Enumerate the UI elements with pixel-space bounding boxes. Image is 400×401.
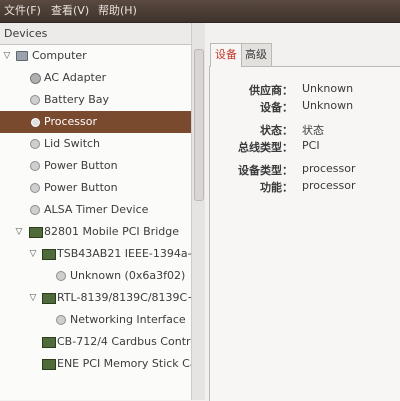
tab-advanced[interactable]: 高级 (240, 43, 272, 66)
tree-item-memory-stick[interactable]: ENE PCI Memory Stick Car (0, 353, 191, 375)
device-properties-panel: 供应商： Unknown 设备： Unknown 状态： 状态 总线类型： PC… (209, 66, 400, 401)
tree-item-label: ALSA Timer Device (44, 203, 149, 216)
tree-item-label: Processor (44, 115, 97, 128)
tree-item-label: Power Button (44, 159, 118, 172)
tree-item-label: TSB43AB21 IEEE-1394a-20 (57, 247, 192, 260)
tree-item-label: CB-712/4 Cardbus Contro (57, 335, 192, 348)
expander-icon[interactable]: ▽ (2, 45, 12, 67)
scrollbar-thumb[interactable] (194, 49, 204, 201)
bus-type-value[interactable]: PCI (302, 139, 320, 152)
tree-item-label: Unknown (0x6a3f02) (70, 269, 186, 282)
tree-item-power-button[interactable]: Power Button (0, 155, 191, 177)
pci-card-icon (42, 293, 56, 304)
tree-item-alsa-timer[interactable]: ALSA Timer Device (0, 199, 191, 221)
tree-item-label: 82801 Mobile PCI Bridge (44, 225, 179, 238)
status-label: 状态： (260, 124, 293, 137)
processor-icon (31, 118, 40, 127)
expander-icon[interactable]: ▽ (14, 221, 24, 243)
tree-item-label: Lid Switch (44, 137, 101, 150)
switch-icon (30, 139, 40, 149)
tree-item-label: Power Button (44, 181, 118, 194)
computer-icon (16, 51, 28, 61)
tree-item-label: Battery Bay (44, 93, 110, 106)
tree-item-lid-switch[interactable]: Lid Switch (0, 133, 191, 155)
device-label: 设备： (260, 101, 293, 114)
tree-item-networking-interface[interactable]: Networking Interface (0, 309, 191, 331)
details-pane: 设备 高级 供应商： Unknown 设备： Unknown 状态： 状态 总线… (205, 23, 400, 401)
tree-item-power-button[interactable]: Power Button (0, 177, 191, 199)
status-value[interactable]: 状态 (302, 122, 324, 138)
network-icon (56, 315, 66, 325)
tree-item-pci-bridge[interactable]: ▽ 82801 Mobile PCI Bridge (0, 221, 191, 243)
devices-column-header[interactable]: Devices (0, 23, 191, 45)
tree-item-computer[interactable]: ▽ Computer (0, 45, 191, 67)
devices-header-label: Devices (4, 27, 48, 40)
pci-card-icon (29, 227, 43, 238)
tree-item-tsb43ab21[interactable]: ▽ TSB43AB21 IEEE-1394a-20 (0, 243, 191, 265)
tree-item-battery-bay[interactable]: Battery Bay (0, 89, 191, 111)
vendor-label: 供应商： (249, 84, 293, 97)
expander-icon[interactable]: ▽ (28, 243, 38, 265)
tree-item-cardbus-controller[interactable]: CB-712/4 Cardbus Contro (0, 331, 191, 353)
menu-bar: 文件(F) 查看(V) 帮助(H) (0, 0, 400, 23)
capability-value[interactable]: processor (302, 179, 356, 192)
tree-item-rtl8139[interactable]: ▽ RTL-8139/8139C/8139C+ (0, 287, 191, 309)
tree-item-label: Computer (32, 49, 87, 62)
expander-icon[interactable]: ▽ (28, 287, 38, 309)
pci-card-icon (42, 249, 56, 260)
device-tree[interactable]: ▽ Computer AC Adapter Battery Bay Proces… (0, 45, 192, 400)
power-button-icon (30, 183, 40, 193)
pci-card-icon (42, 337, 56, 348)
device-value[interactable]: Unknown (302, 99, 353, 112)
battery-icon (30, 95, 40, 105)
bus-type-label: 总线类型： (238, 141, 293, 154)
device-icon (30, 205, 40, 215)
menu-help[interactable]: 帮助(H) (98, 3, 137, 19)
device-type-label: 设备类型： (238, 164, 293, 177)
tree-item-label: RTL-8139/8139C/8139C+ (57, 291, 192, 304)
tree-item-processor[interactable]: Processor (0, 111, 191, 133)
menu-file[interactable]: 文件(F) (4, 3, 41, 19)
device-type-value[interactable]: processor (302, 162, 356, 175)
tree-item-label: AC Adapter (44, 71, 107, 84)
tab-device[interactable]: 设备 (210, 43, 242, 67)
menu-view[interactable]: 查看(V) (51, 3, 89, 19)
tree-item-label: Networking Interface (70, 313, 186, 326)
adapter-icon (30, 73, 41, 84)
power-button-icon (30, 161, 40, 171)
pci-card-icon (42, 359, 56, 370)
device-icon (56, 271, 66, 281)
tree-item-ac-adapter[interactable]: AC Adapter (0, 67, 191, 89)
vendor-value[interactable]: Unknown (302, 82, 353, 95)
tree-item-unknown-device[interactable]: Unknown (0x6a3f02) (0, 265, 191, 287)
tree-item-label: ENE PCI Memory Stick Car (57, 357, 192, 370)
capability-label: 功能： (260, 181, 293, 194)
tree-scrollbar[interactable] (191, 23, 205, 400)
